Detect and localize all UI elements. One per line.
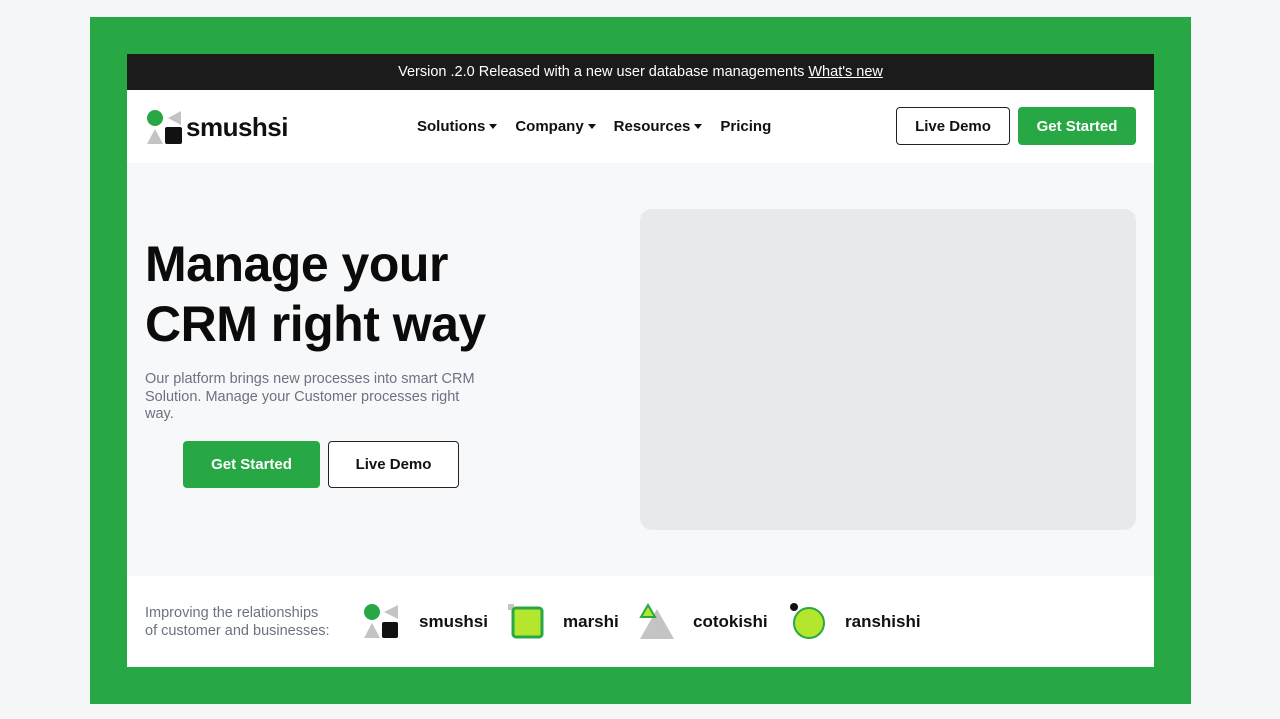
main-nav: Solutions Company Resources Pricing [417, 90, 771, 163]
nav-resources-label: Resources [613, 118, 691, 135]
square-icon [507, 603, 545, 641]
nav-pricing-label: Pricing [720, 118, 772, 135]
partners-text-line2: of customer and businesses: [145, 622, 330, 639]
hero-title-line2: CRM right way [145, 296, 486, 352]
caret-down-icon [694, 124, 703, 129]
page-frame: Version .2.0 Released with a new user da… [90, 17, 1191, 704]
partner-smushsi: smushsi [363, 603, 488, 641]
hero-title-line1: Manage your [145, 236, 448, 292]
nav-pricing[interactable]: Pricing [720, 118, 771, 135]
partners-text: Improving the relationships of customer … [145, 605, 355, 640]
nav-solutions[interactable]: Solutions [417, 118, 498, 135]
announcement-text: Version .2.0 Released with a new user da… [398, 64, 805, 80]
hero-live-demo-button[interactable]: Live Demo [328, 441, 459, 488]
triangle-icon [637, 603, 675, 641]
brand-mark-icon [146, 109, 184, 145]
nav-solutions-label: Solutions [417, 118, 486, 135]
announcement-bar: Version .2.0 Released with a new user da… [127, 54, 1154, 90]
hero-image-placeholder [640, 209, 1136, 530]
shapes-icon [363, 603, 401, 641]
partner-marshi: marshi [507, 603, 619, 641]
nav-get-started-button[interactable]: Get Started [1018, 107, 1136, 145]
partner-name: smushsi [419, 612, 488, 631]
nav-live-demo-button[interactable]: Live Demo [896, 107, 1010, 145]
nav-resources[interactable]: Resources [614, 118, 703, 135]
caret-down-icon [587, 124, 596, 129]
whats-new-link[interactable]: What's new [808, 64, 883, 80]
partner-name: cotokishi [693, 612, 768, 631]
brand-logo[interactable]: smushsi [146, 109, 289, 145]
partners-text-line1: Improving the relationships [145, 605, 319, 621]
website: Version .2.0 Released with a new user da… [127, 54, 1154, 667]
hero-get-started-button[interactable]: Get Started [183, 441, 320, 488]
brand-name: smushsi [186, 111, 289, 142]
partner-ranshishi: ranshishi [789, 603, 921, 641]
partner-cotokishi: cotokishi [637, 603, 768, 641]
caret-down-icon [489, 124, 498, 129]
nav-company[interactable]: Company [515, 118, 596, 135]
partners-strip: Improving the relationships of customer … [127, 576, 1154, 667]
hero-title: Manage your CRM right way [145, 234, 565, 354]
nav-company-label: Company [515, 118, 584, 135]
hero-subtitle: Our platform brings new processes into s… [145, 371, 475, 422]
partner-name: marshi [563, 612, 619, 631]
partner-name: ranshishi [845, 612, 921, 631]
navbar: smushsi Solutions Company Resources Pric… [127, 90, 1154, 163]
circle-icon [789, 603, 827, 641]
